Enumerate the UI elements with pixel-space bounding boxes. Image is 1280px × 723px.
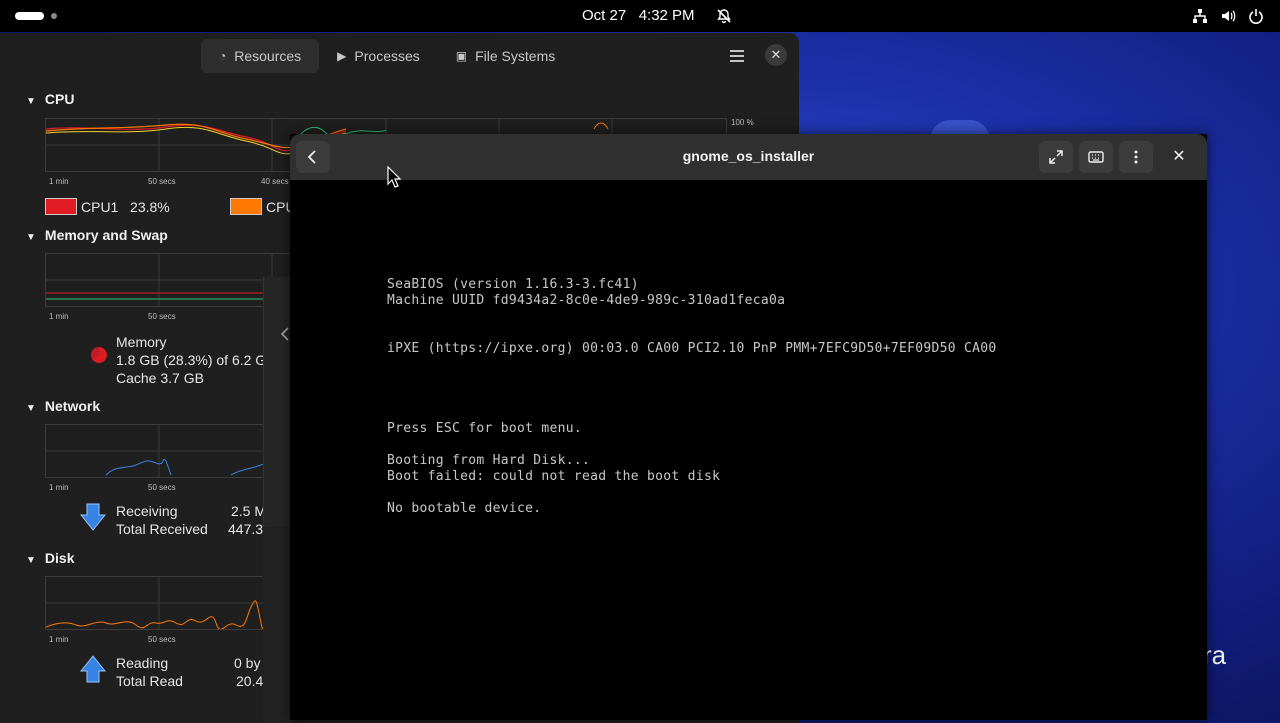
receiving-value: 2.5 M [231, 503, 267, 519]
memory-used: 1.8 GB (28.3%) of 6.2 G [116, 352, 267, 368]
volume-icon[interactable] [1220, 8, 1236, 24]
network-section-header[interactable]: ▼ Network [26, 398, 100, 414]
memory-axis-50s: 50 secs [148, 312, 176, 321]
tab-file-systems-label: File Systems [475, 48, 556, 64]
clock[interactable]: Oct 27 4:32 PM [582, 7, 695, 24]
more-vertical-icon [1134, 150, 1138, 164]
disk-axis-1min: 1 min [49, 635, 69, 644]
tab-resources[interactable]: ◔ Resources [201, 39, 320, 73]
keyboard-button[interactable] [1079, 141, 1113, 173]
memory-section-header[interactable]: ▼ Memory and Swap [26, 227, 168, 243]
expander-icon: ▼ [26, 96, 36, 107]
power-icon[interactable] [1248, 8, 1264, 24]
total-received-label: Total Received [116, 521, 208, 537]
tab-processes-label: Processes [354, 48, 420, 64]
vm-display[interactable]: SeaBIOS (version 1.16.3-3.fc41) Machine … [290, 180, 1207, 720]
expander-icon: ▼ [26, 403, 36, 414]
vm-headerbar: gnome_os_installer ✕ [290, 134, 1207, 180]
menu-button[interactable] [1119, 141, 1153, 173]
cpu-axis-40s: 40 secs [261, 177, 289, 186]
play-icon: ▶ [337, 49, 347, 63]
keyboard-icon [1088, 151, 1104, 163]
network-axis-1min: 1 min [49, 483, 69, 492]
console-line: No bootable device. [387, 501, 542, 516]
chevron-left-icon[interactable] [280, 327, 290, 341]
console-line: Press ESC for boot menu. [387, 421, 583, 436]
memory-pie-icon[interactable] [90, 346, 108, 364]
disk-title: Disk [44, 550, 75, 566]
notifications-muted-icon[interactable] [716, 8, 732, 24]
total-read-label: Total Read [116, 673, 183, 689]
console-line: SeaBIOS (version 1.16.3-3.fc41) [387, 277, 639, 292]
top-bar: Oct 27 4:32 PM [0, 0, 1280, 32]
close-icon[interactable]: ✕ [1170, 148, 1188, 166]
memory-axis-1min: 1 min [49, 312, 69, 321]
download-arrow-icon [80, 503, 106, 531]
mouse-pointer-icon [387, 166, 401, 188]
expander-icon: ▼ [26, 232, 36, 243]
hamburger-menu-icon[interactable] [726, 45, 748, 67]
reading-value: 0 by [234, 655, 261, 671]
fullscreen-icon [1049, 150, 1063, 164]
receiving-label: Receiving [116, 503, 178, 519]
cpu1-legend: CPU1 23.8% [81, 199, 170, 215]
activities-indicator[interactable] [15, 12, 44, 20]
tab-file-systems[interactable]: ▣ File Systems [438, 39, 573, 73]
cpu-axis-1min: 1 min [49, 177, 69, 186]
cpu1-value: 23.8% [130, 199, 170, 215]
cpu-max-label: 100 % [731, 118, 754, 127]
console-line: Boot failed: could not read the boot dis… [387, 469, 721, 484]
cpu-title: CPU [44, 91, 75, 107]
gauge-icon: ◔ [219, 49, 227, 63]
network-title: Network [44, 398, 101, 414]
memory-title: Memory and Swap [44, 227, 168, 243]
tab-resources-label: Resources [234, 48, 302, 64]
vm-window: gnome_os_installer ✕ SeaBIOS (version 1.… [290, 134, 1207, 720]
console-line: Booting from Hard Disk... [387, 453, 591, 468]
disk-section-header[interactable]: ▼ Disk [26, 550, 74, 566]
fullscreen-button[interactable] [1039, 141, 1073, 173]
console-line: iPXE (https://ipxe.org) 00:03.0 CA00 PCI… [387, 341, 997, 356]
reading-label: Reading [116, 655, 169, 671]
cpu1-name: CPU1 [81, 199, 119, 215]
panel-edge [263, 527, 290, 723]
expander-icon: ▼ [26, 555, 36, 566]
view-switcher: ◔ Resources ▶ Processes ▣ File Systems [201, 39, 573, 73]
disk-axis-50s: 50 secs [148, 635, 176, 644]
cpu1-color-swatch[interactable] [45, 198, 77, 215]
total-read-value: 20.4 [236, 673, 264, 689]
cpu-axis-50s: 50 secs [148, 177, 176, 186]
cpu2-color-swatch[interactable] [230, 198, 262, 215]
memory-label: Memory [116, 334, 167, 350]
tab-processes[interactable]: ▶ Processes [319, 39, 438, 73]
workspace-dot[interactable] [51, 13, 57, 19]
close-button[interactable]: ✕ [765, 44, 787, 66]
console-line: Machine UUID fd9434a2-8c0e-4de9-989c-310… [387, 293, 786, 308]
memory-cache: Cache 3.7 GB [116, 370, 204, 386]
total-received-value: 447.3 [228, 521, 264, 537]
cpu-section-header[interactable]: ▼ CPU [26, 91, 74, 107]
upload-arrow-icon [80, 655, 106, 683]
network-wired-icon[interactable] [1192, 8, 1208, 24]
collapsed-panel[interactable] [263, 277, 291, 527]
drive-icon: ▣ [455, 49, 468, 63]
network-axis-50s: 50 secs [148, 483, 176, 492]
